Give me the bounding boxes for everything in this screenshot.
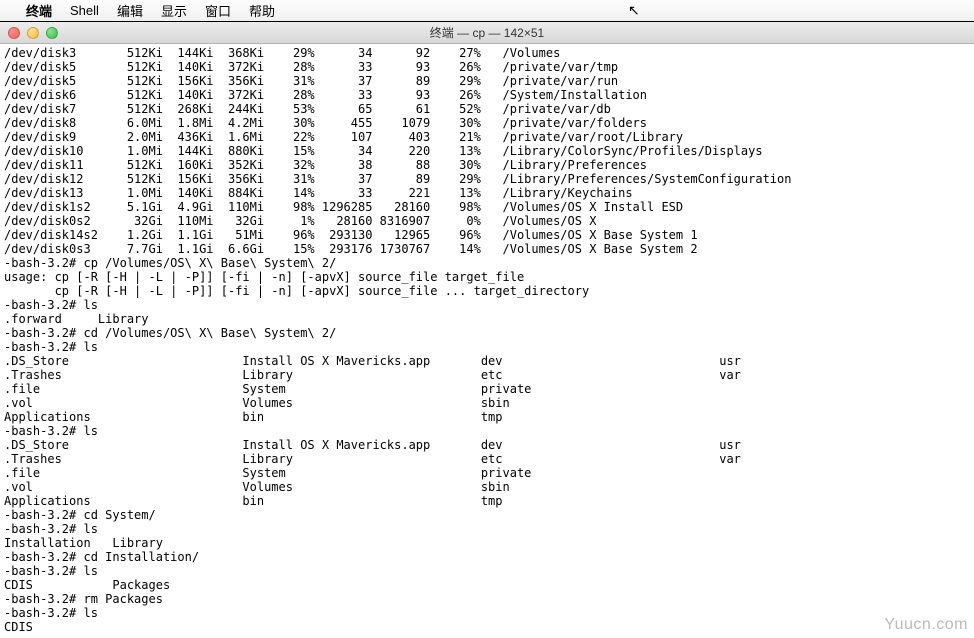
window-titlebar: 终端 — cp — 142×51 (0, 22, 974, 44)
close-button[interactable] (8, 27, 20, 39)
app-menu[interactable]: 终端 (26, 1, 52, 20)
window-controls (0, 27, 58, 39)
zoom-button[interactable] (46, 27, 58, 39)
terminal-output[interactable]: /dev/disk3 512Ki 144Ki 368Ki 29% 34 92 2… (0, 44, 974, 636)
watermark: Yuucn.com (884, 616, 968, 634)
menu-help[interactable]: 帮助 (249, 1, 275, 20)
menu-view[interactable]: 显示 (161, 1, 187, 20)
minimize-button[interactable] (27, 27, 39, 39)
menu-shell[interactable]: Shell (70, 3, 99, 18)
window-title: 终端 — cp — 142×51 (430, 24, 544, 41)
menu-window[interactable]: 窗口 (205, 1, 231, 20)
menu-edit[interactable]: 编辑 (117, 1, 143, 20)
system-menubar: 终端 Shell 编辑 显示 窗口 帮助 (0, 0, 974, 22)
